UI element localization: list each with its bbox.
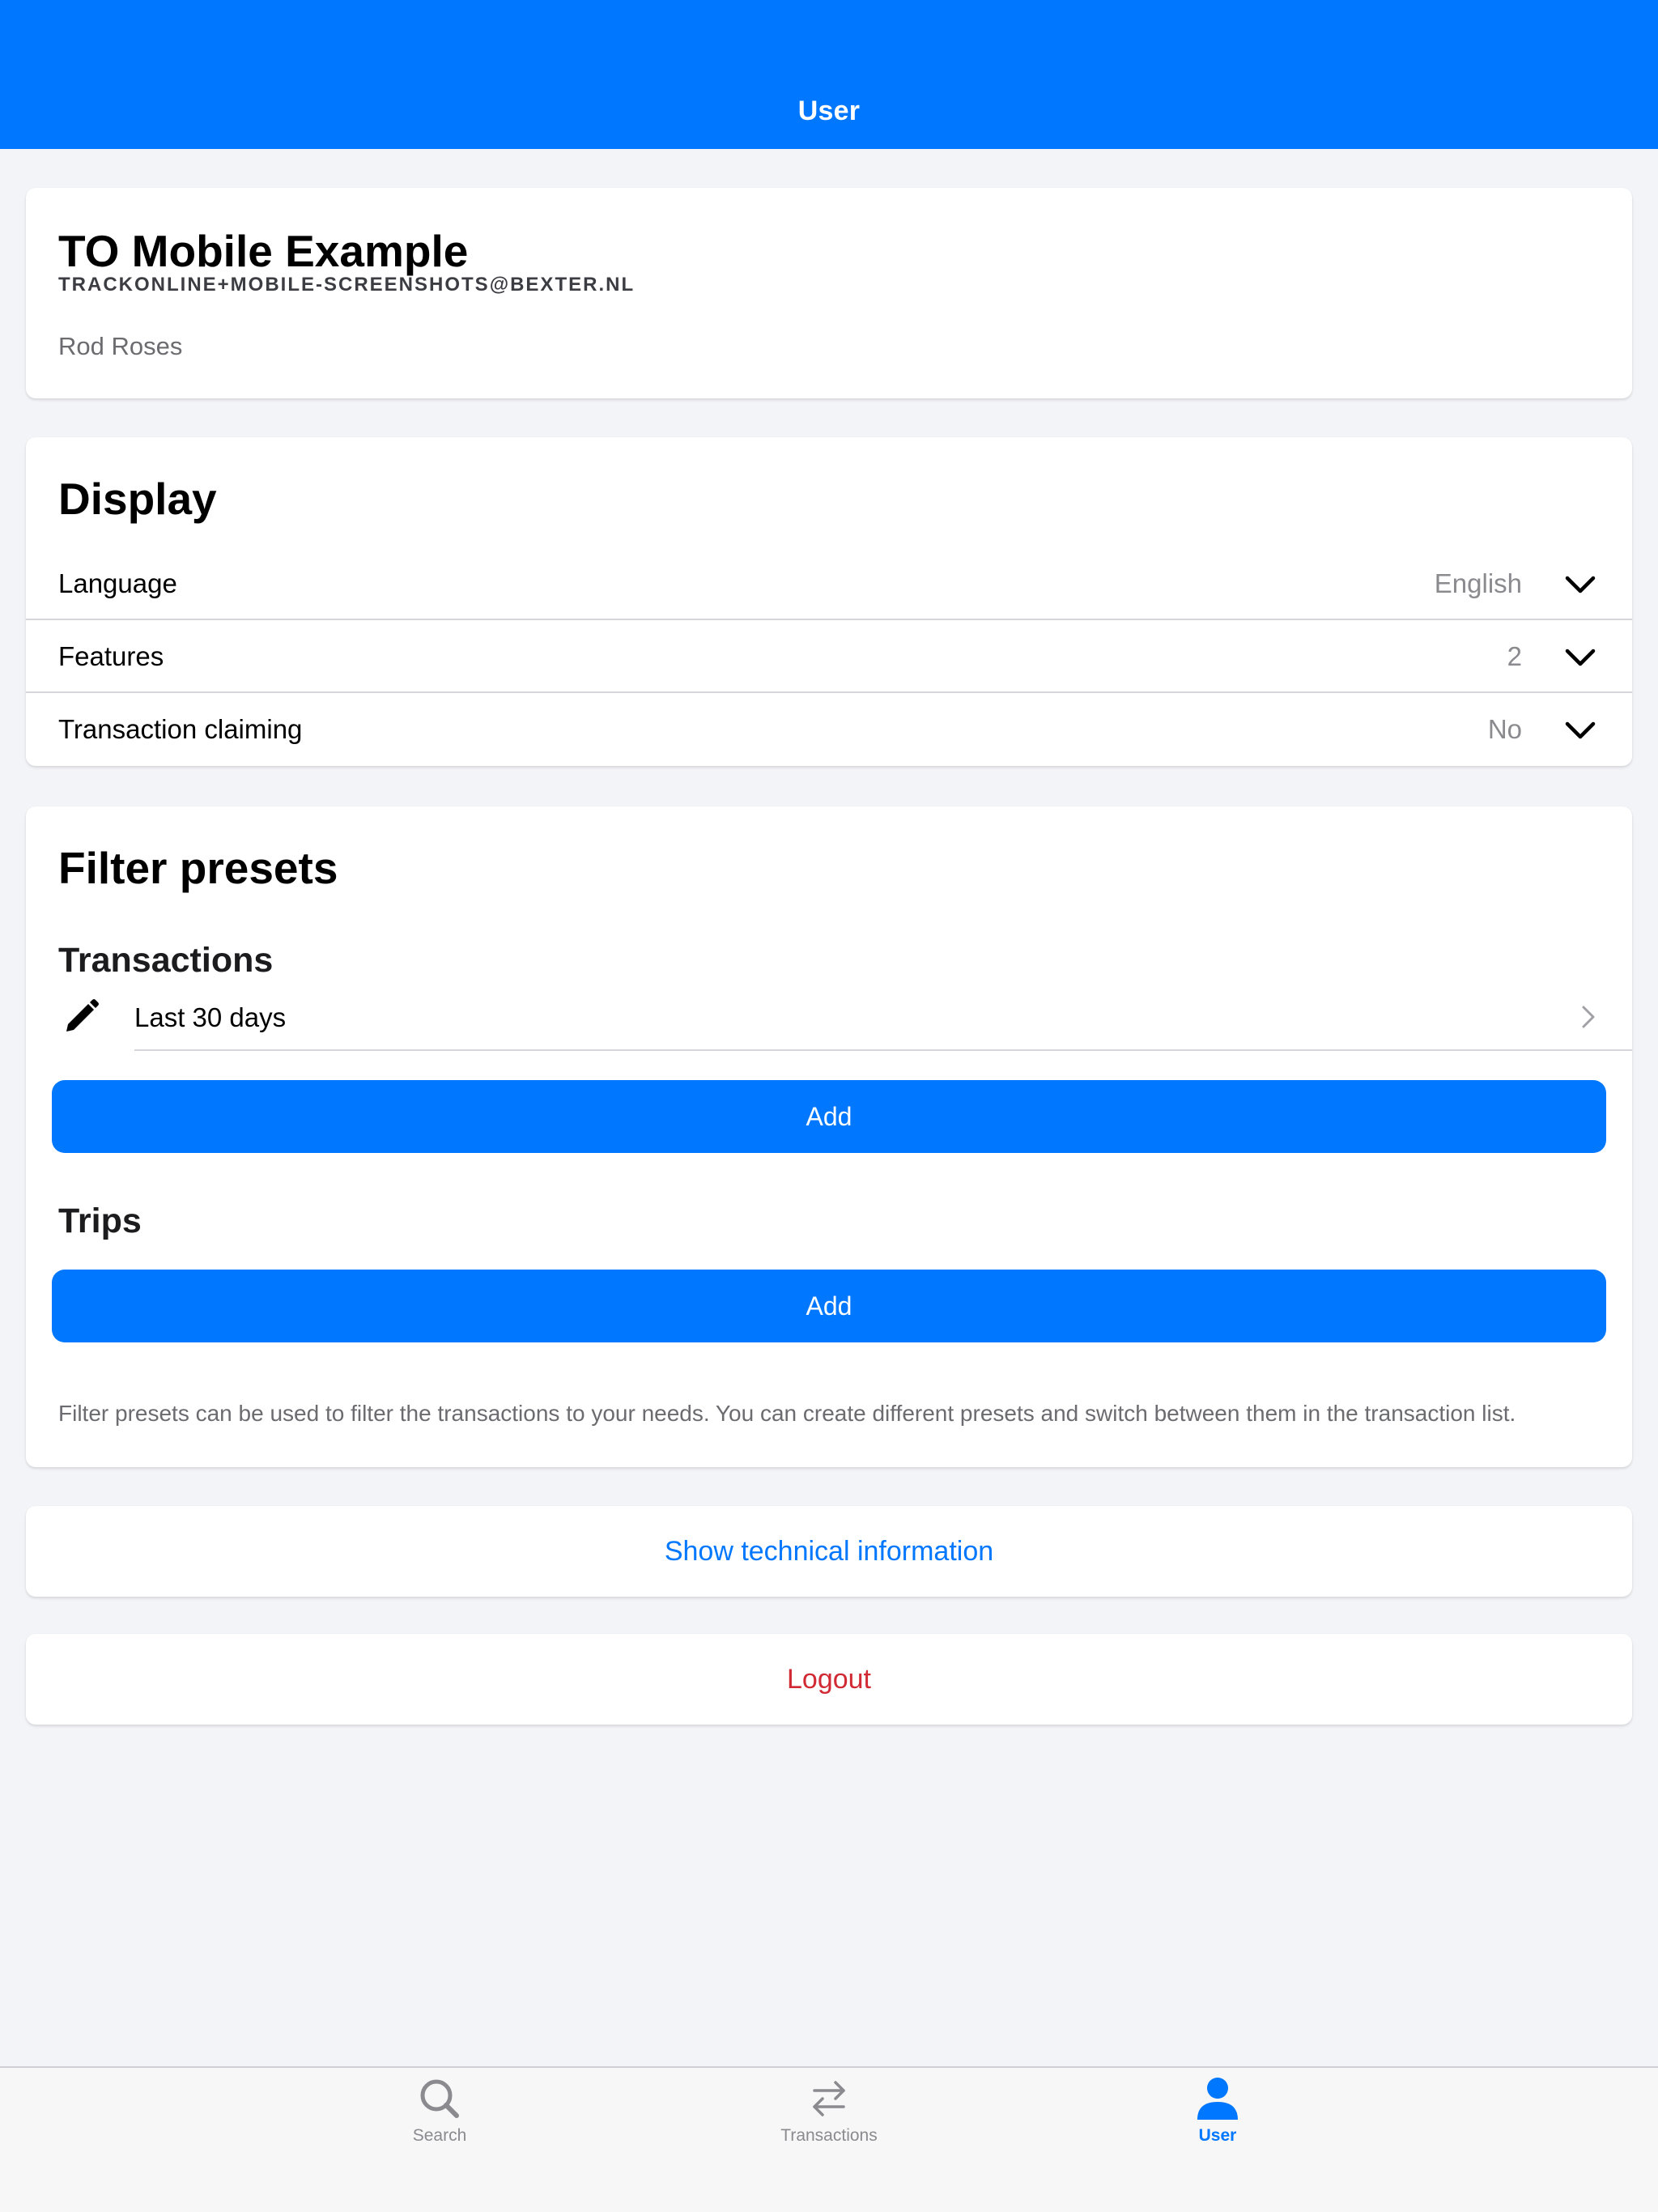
logout-button[interactable]: Logout (26, 1634, 1632, 1725)
preset-item[interactable]: Last 30 days (26, 986, 1632, 1051)
filter-presets-card: Filter presets Transactions Last 30 days… (26, 806, 1632, 1467)
transaction-claiming-label: Transaction claiming (58, 714, 303, 744)
tab-user[interactable]: User (1096, 2068, 1339, 2165)
pencil-icon[interactable] (58, 994, 104, 1040)
row-divider (26, 619, 1632, 620)
language-row[interactable]: Language English (26, 549, 1632, 620)
profile-card: TO Mobile Example TRACKONLINE+MOBILE-SCR… (26, 188, 1632, 398)
tab-search-label: Search (412, 2126, 467, 2145)
trips-heading: Trips (58, 1202, 142, 1240)
row-divider (26, 691, 1632, 693)
logout-card: Logout (26, 1634, 1632, 1725)
language-value: English (1434, 568, 1522, 598)
tab-search[interactable]: Search (318, 2068, 561, 2165)
tab-transactions-label: Transactions (780, 2126, 878, 2145)
show-technical-info-button[interactable]: Show technical information (26, 1506, 1632, 1597)
transaction-claiming-row[interactable]: Transaction claiming No (26, 695, 1632, 766)
chevron-down-icon (1565, 576, 1596, 593)
organization-name: Rod Roses (58, 332, 183, 360)
chevron-right-icon (1582, 1006, 1595, 1028)
row-divider (134, 1049, 1632, 1051)
display-section-title: Display (58, 474, 217, 524)
user-name: TO Mobile Example (58, 226, 469, 276)
chevron-down-icon (1565, 649, 1596, 666)
tab-user-label: User (1198, 2126, 1237, 2145)
tab-bar: Search Transactions User (0, 2066, 1658, 2212)
display-card: Display Language English Features 2 Tran… (26, 437, 1632, 766)
add-transaction-preset-button[interactable]: Add (52, 1080, 1606, 1153)
transfer-arrows-icon (813, 2081, 845, 2116)
user-email: TRACKONLINE+MOBILE-SCREENSHOTS@BEXTER.NL (58, 274, 636, 296)
features-row[interactable]: Features 2 (26, 622, 1632, 693)
navigation-bar: User (0, 0, 1658, 149)
preset-label: Last 30 days (134, 1002, 287, 1032)
features-value: 2 (1507, 641, 1522, 671)
technical-info-card: Show technical information (26, 1506, 1632, 1597)
add-trip-preset-button[interactable]: Add (52, 1270, 1606, 1342)
transaction-claiming-value: No (1487, 714, 1522, 744)
page-title: User (797, 96, 861, 126)
filter-presets-title: Filter presets (58, 843, 338, 893)
language-label: Language (58, 568, 177, 598)
tab-transactions[interactable]: Transactions (708, 2068, 950, 2165)
filter-presets-help-text: Filter presets can be used to filter the… (58, 1401, 1516, 1426)
transactions-heading: Transactions (58, 941, 274, 980)
chevron-down-icon (1565, 721, 1596, 739)
user-icon (1197, 2078, 1238, 2120)
features-label: Features (58, 641, 164, 671)
search-icon (420, 2079, 459, 2118)
